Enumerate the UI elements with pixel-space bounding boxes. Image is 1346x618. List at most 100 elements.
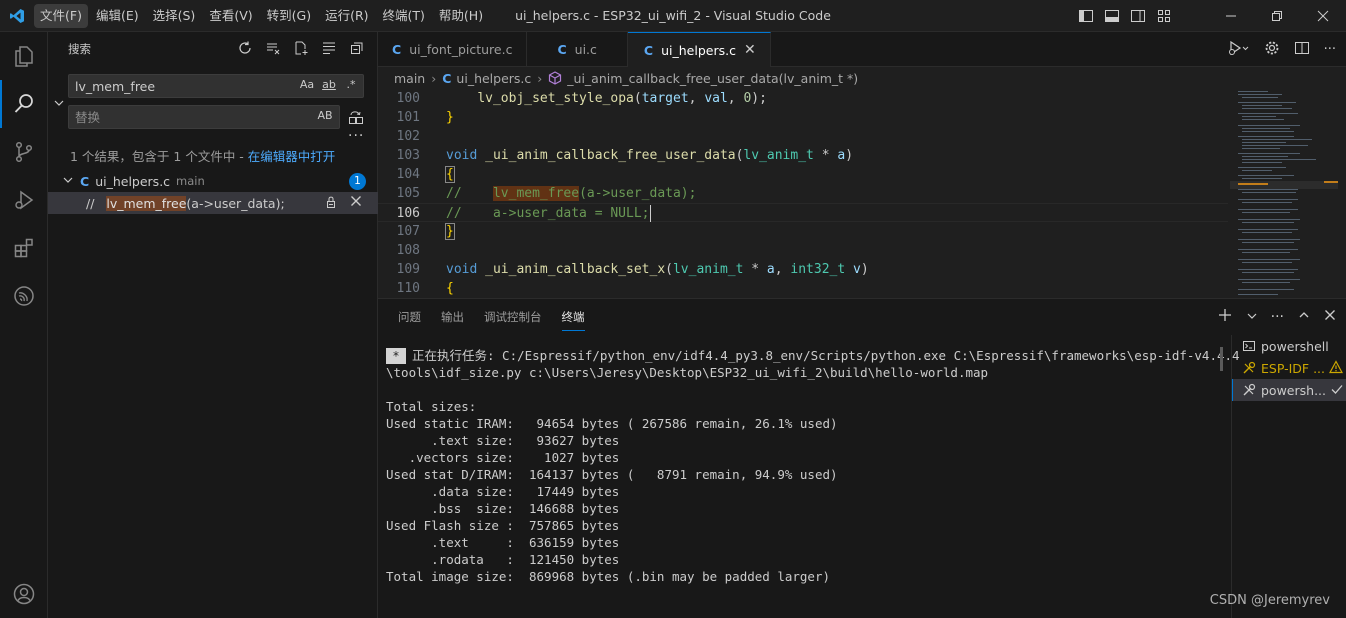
toggle-panel-icon[interactable] — [1104, 8, 1120, 24]
run-debug-dropdown-icon[interactable] — [1228, 40, 1250, 60]
extensions-icon[interactable] — [0, 224, 48, 272]
maximize-panel-icon[interactable] — [1298, 309, 1310, 325]
code-token: lv_anim_t — [743, 148, 814, 163]
code-line: 109 void _ui_anim_callback_set_x(lv_anim_… — [378, 260, 1228, 279]
whole-word-button[interactable]: ab — [321, 78, 337, 91]
code-line: 103 void _ui_anim_callback_free_user_data… — [378, 146, 1228, 165]
line-number: 107 — [396, 224, 420, 239]
code-token: ) — [860, 262, 869, 277]
breadcrumb-chevron-icon: › — [537, 70, 543, 86]
code-token: , — [727, 91, 744, 106]
breadcrumb-file[interactable]: ui_helpers.c — [456, 71, 531, 86]
toggle-primary-sidebar-icon[interactable] — [1078, 8, 1094, 24]
restore-icon[interactable] — [1254, 0, 1300, 32]
search-icon[interactable] — [0, 80, 48, 128]
result-match-row[interactable]: // lv_mem_free (a->user_data); — [48, 192, 378, 214]
code-line: 102 — [378, 127, 1228, 146]
terminal-output[interactable]: * 正在执行任务: C:/Espressif/python_env/idf4.4_… — [386, 347, 1240, 585]
breadcrumb-symbol[interactable]: _ui_anim_callback_free_user_data(lv_anim… — [567, 71, 858, 86]
source-control-icon[interactable] — [0, 128, 48, 176]
tools-icon — [1242, 383, 1256, 397]
code-token: lv_anim_t — [672, 262, 744, 277]
terminal-scrollbar[interactable] — [1220, 347, 1223, 371]
minimap[interactable] — [1230, 89, 1338, 298]
collapse-all-icon[interactable] — [349, 40, 365, 56]
new-search-editor-icon[interactable] — [293, 40, 309, 56]
search-result-summary: 1 个结果，包含于 1 个文件中 - 在编辑器中打开 — [70, 146, 335, 165]
tab-output[interactable]: 输出 — [431, 299, 474, 335]
customize-layout-icon[interactable] — [1156, 8, 1172, 24]
search-input-box: Aa ab .* — [68, 74, 364, 98]
menu-selection[interactable]: 选择(S) — [147, 4, 202, 28]
match-case-button[interactable]: Aa — [299, 78, 315, 91]
line-number: 100 — [396, 91, 420, 106]
chevron-down-icon[interactable] — [62, 174, 74, 189]
account-icon[interactable] — [0, 570, 48, 618]
terminal-dropdown-icon[interactable] — [1247, 309, 1257, 325]
search-sidebar: 搜索 Aa ab .* AB ··· 1 个结果，包含于 1 个文件中 - 在编… — [48, 32, 378, 618]
replace-match-icon[interactable] — [324, 195, 338, 212]
match-highlight: lv_mem_free — [106, 195, 187, 211]
open-in-editor-link[interactable]: 在编辑器中打开 — [248, 149, 336, 164]
c-file-icon: C — [557, 42, 567, 57]
code-text: { — [446, 281, 454, 296]
close-tab-icon[interactable]: ✕ — [744, 42, 756, 58]
c-file-icon: C — [442, 70, 452, 86]
tab-terminal[interactable]: 终端 — [552, 299, 595, 335]
minimize-icon[interactable] — [1208, 0, 1254, 32]
split-editor-icon[interactable] — [1294, 40, 1310, 60]
close-window-icon[interactable] — [1300, 0, 1346, 32]
more-actions-icon[interactable]: ··· — [1324, 42, 1336, 57]
tab-ui-c[interactable]: C ui.c — [527, 32, 628, 67]
replace-input[interactable] — [75, 109, 295, 125]
panel-tabs: 问题 输出 调试控制台 终端 ··· — [378, 299, 1346, 335]
terminal-item-powershell-task[interactable]: powersh... — [1232, 379, 1346, 401]
line-number: 108 — [396, 243, 420, 258]
code-token: _ui_anim_callback_free_user_data — [485, 148, 736, 163]
explorer-icon[interactable] — [0, 32, 48, 80]
view-as-tree-icon[interactable] — [321, 40, 337, 56]
regex-button[interactable]: .* — [343, 78, 359, 91]
result-count-badge: 1 — [349, 173, 366, 190]
result-file-row[interactable]: C ui_helpers.c main 1 — [48, 170, 378, 192]
panel-more-icon[interactable]: ··· — [1271, 309, 1284, 325]
clear-results-icon[interactable] — [265, 40, 281, 56]
tab-debug-console[interactable]: 调试控制台 — [474, 299, 552, 335]
line-number: 110 — [396, 281, 420, 296]
toggle-replace-chevron-icon[interactable] — [52, 96, 66, 114]
menu-edit[interactable]: 编辑(E) — [90, 4, 145, 28]
code-line: 100 lv_obj_set_style_opa(target, val, 0)… — [378, 89, 1228, 108]
terminal-label: powershell — [1261, 338, 1329, 354]
refresh-icon[interactable] — [237, 40, 253, 56]
menu-file[interactable]: 文件(F) — [34, 3, 88, 28]
menu-view[interactable]: 查看(V) — [203, 4, 258, 28]
menu-help[interactable]: 帮助(H) — [433, 4, 489, 28]
code-editor[interactable]: 100 lv_obj_set_style_opa(target, val, 0)… — [378, 89, 1228, 298]
code-line: 105// lv_mem_free(a->user_data); — [378, 184, 1228, 203]
code-token: _ui_anim_callback_set_x — [485, 262, 666, 277]
line-number: 109 — [396, 262, 420, 277]
close-panel-icon[interactable] — [1324, 309, 1336, 325]
settings-gear-icon[interactable] — [1264, 40, 1280, 60]
toggle-secondary-sidebar-icon[interactable] — [1130, 8, 1146, 24]
menu-go[interactable]: 转到(G) — [261, 4, 317, 28]
replace-all-icon[interactable] — [348, 109, 364, 129]
tab-problems[interactable]: 问题 — [388, 299, 431, 335]
menu-run[interactable]: 运行(R) — [319, 4, 374, 28]
terminal-item-powershell[interactable]: powershell — [1232, 335, 1346, 357]
code-token: , — [774, 262, 791, 277]
code-line: 107} — [378, 222, 1228, 241]
tab-label: ui_helpers.c — [661, 42, 736, 58]
menu-terminal[interactable]: 终端(T) — [377, 4, 431, 28]
new-terminal-icon[interactable] — [1217, 307, 1233, 327]
breadcrumb-folder[interactable]: main — [394, 71, 425, 86]
espressif-icon[interactable] — [0, 272, 48, 320]
tab-ui-font-picture[interactable]: C ui_font_picture.c — [378, 32, 528, 67]
tab-ui-helpers[interactable]: C ui_helpers.c ✕ — [627, 32, 771, 67]
dismiss-match-icon[interactable] — [350, 195, 362, 212]
terminal-item-esp-idf[interactable]: ESP-IDF ... — [1232, 357, 1346, 379]
run-debug-icon[interactable] — [0, 176, 48, 224]
search-input[interactable] — [75, 78, 295, 94]
preserve-case-button[interactable]: AB — [317, 109, 333, 122]
search-details-icon[interactable]: ··· — [348, 128, 364, 144]
